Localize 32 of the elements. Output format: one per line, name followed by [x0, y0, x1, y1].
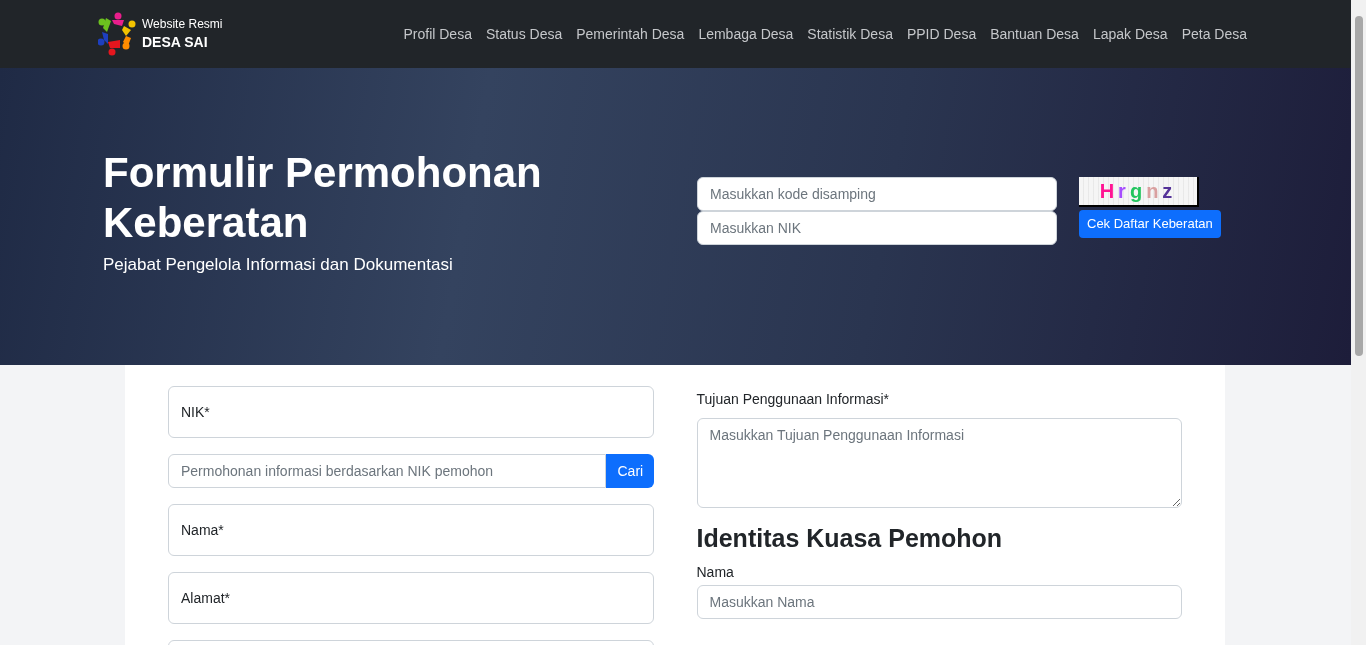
nav-link[interactable]: Lapak Desa	[1092, 23, 1168, 45]
nav-link[interactable]: Bantuan Desa	[990, 23, 1079, 45]
nav-link[interactable]: Statistik Desa	[807, 23, 893, 45]
nav-link[interactable]: Lembaga Desa	[698, 23, 794, 45]
text-field[interactable]: Alamat*	[168, 572, 654, 624]
name-input[interactable]: Masukkan Nama	[696, 585, 1182, 619]
nav-link[interactable]: Status Desa	[485, 23, 563, 45]
scrollbar[interactable]	[1351, 0, 1366, 645]
text-field[interactable]: Nama*	[168, 504, 654, 556]
check-objections-button[interactable]: Cek Daftar Keberatan	[1079, 210, 1221, 238]
purpose-label: Tujuan Penggunaan Informasi*	[696, 390, 890, 409]
nav-link[interactable]: Profil Desa	[403, 23, 472, 45]
purpose-textarea[interactable]: Masukkan Tujuan Penggunaan Informasi	[696, 418, 1182, 508]
hero-title: Formulir Permohonan Keberatan	[103, 148, 543, 248]
scrollbar-thumb[interactable]	[1354, 16, 1363, 356]
nik-search-input[interactable]: Permohonan informasi berdasarkan NIK pemohon	[168, 454, 606, 488]
nav-link[interactable]: Pemerintah Desa	[576, 23, 685, 45]
brand-title: DESA SAI	[142, 33, 209, 52]
field-label: Nama*	[181, 520, 224, 540]
logo-icon	[98, 12, 138, 56]
code-input[interactable]: Masukkan kode disamping	[697, 177, 1057, 211]
nav-link[interactable]: Peta Desa	[1181, 23, 1247, 45]
brand-subtitle: Website Resmi	[142, 16, 223, 32]
nik-input[interactable]: Masukkan NIK	[697, 211, 1057, 245]
section-title: Identitas Kuasa Pemohon	[696, 523, 1004, 554]
hero-subtitle: Pejabat Pengelola Informasi dan Dokumentasi	[103, 254, 454, 276]
nik-field[interactable]: NIK*	[168, 386, 654, 438]
field-label: Alamat*	[181, 588, 231, 608]
field-label: NIK*	[181, 402, 210, 422]
nav-link[interactable]: PPID Desa	[906, 23, 977, 45]
name-label: Nama	[696, 563, 735, 582]
search-button[interactable]: Cari	[605, 454, 654, 488]
